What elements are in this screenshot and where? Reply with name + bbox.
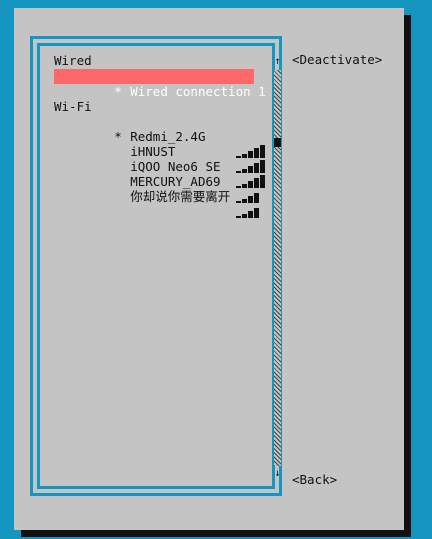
signal-bar xyxy=(254,163,259,173)
dialog-shadow-bottom xyxy=(21,530,411,537)
deactivate-button[interactable]: <Deactivate> xyxy=(292,52,382,67)
signal-bar xyxy=(236,201,241,203)
signal-strength-icon xyxy=(236,204,268,219)
connection-dialog: Wired * Wired connection 1 Wi-Fi * Redmi_2… xyxy=(14,8,404,530)
wifi-section-header: Wi-Fi xyxy=(54,99,92,114)
wifi-row-iqoo[interactable]: iQOO Neo6 SE xyxy=(54,144,265,188)
signal-bar xyxy=(254,208,259,218)
signal-strength-icon xyxy=(236,189,268,204)
signal-bar xyxy=(254,193,259,203)
signal-bar xyxy=(248,211,253,218)
signal-bar xyxy=(260,145,265,158)
wired-section-header: Wired xyxy=(54,53,92,68)
wifi-row-mercury[interactable]: MERCURY_AD69 xyxy=(54,159,259,203)
signal-bar xyxy=(248,196,253,203)
signal-bar xyxy=(260,175,265,188)
scroll-up-arrow-icon[interactable]: ↑ xyxy=(273,56,282,68)
scroll-down-arrow-icon[interactable]: ↓ xyxy=(273,468,282,480)
signal-bar xyxy=(236,216,241,218)
connection-list[interactable]: Wired * Wired connection 1 Wi-Fi * Redmi_2… xyxy=(30,36,282,496)
active-marker: * xyxy=(114,84,122,99)
wifi-row-redmi[interactable]: * Redmi_2.4G xyxy=(54,114,265,158)
connection-name: Wired connection 1 xyxy=(130,84,266,99)
signal-bar xyxy=(242,199,247,203)
wifi-row-ihnust[interactable]: iHNUST xyxy=(54,129,265,173)
signal-bar xyxy=(254,148,259,158)
scroll-thumb[interactable] xyxy=(274,138,281,147)
signal-bar xyxy=(242,214,247,218)
signal-bar xyxy=(260,160,265,173)
dialog-shadow-right xyxy=(404,15,411,537)
signal-bar xyxy=(254,178,259,188)
scroll-track[interactable] xyxy=(274,70,281,466)
connection-list-inner: Wired * Wired connection 1 Wi-Fi * Redmi_2… xyxy=(37,43,281,489)
list-scrollbar[interactable]: ↑ ↓ xyxy=(273,56,282,480)
network-name: 你却说你需要离开 xyxy=(130,189,231,204)
wifi-row-chinese[interactable]: 你却说你需要离开 xyxy=(54,174,259,218)
wired-connection-row[interactable]: * Wired connection 1 xyxy=(54,69,266,99)
back-button[interactable]: <Back> xyxy=(292,472,337,487)
